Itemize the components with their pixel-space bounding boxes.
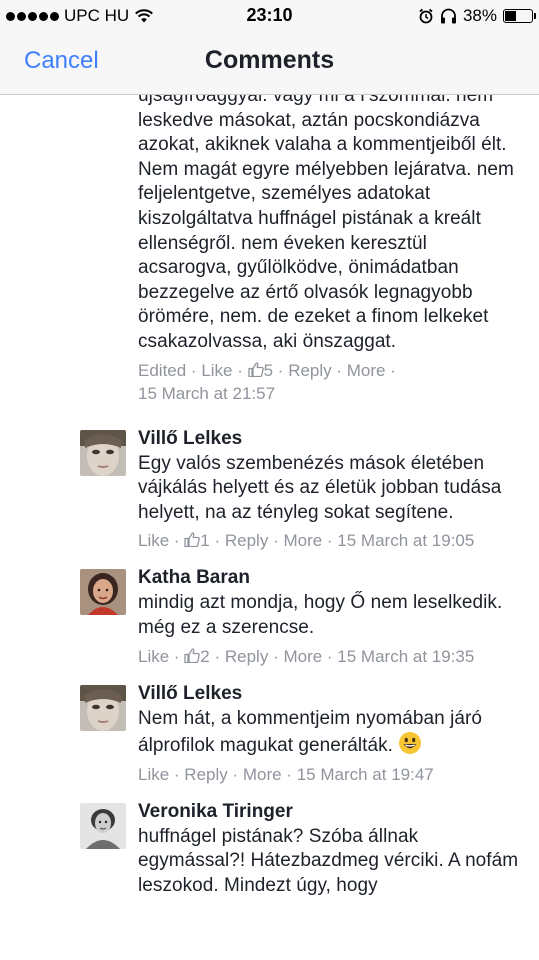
like-count: 5: [263, 360, 274, 380]
comment-meta: Like · 1 · Reply · More · 15 March at 19…: [138, 531, 475, 551]
comment-text: újságíróaggyal. vagy mi a f'szommal. nem…: [138, 95, 514, 352]
battery-icon: [503, 9, 536, 23]
comments-list[interactable]: újságíróaggyal. vagy mi a f'szommal. nem…: [0, 95, 539, 960]
comment-author[interactable]: Villő Lelkes: [138, 426, 519, 452]
thumbs-up-icon: [247, 361, 264, 377]
like-count: 2: [200, 646, 210, 666]
comment-item: Villő Lelkes Nem hát, a kommentjeim nyom…: [0, 681, 539, 786]
reply-button[interactable]: Reply: [288, 361, 331, 380]
comment-author[interactable]: Veronika Tiringer: [138, 799, 519, 825]
comment-item: Villő Lelkes Egy valós szembenézés mások…: [0, 426, 539, 553]
comment-text-content: Nem hát, a kommentjeim nyomában járó álp…: [138, 707, 482, 757]
comment-author[interactable]: Villő Lelkes: [138, 681, 519, 707]
comment-meta: Edited · Like · 5 · Reply · More · 15 Ma…: [138, 360, 396, 403]
status-bar: UPC HU 23:10 38%: [0, 0, 539, 32]
comment-text: huffnágel pistának? Szóba állnak egymáss…: [138, 825, 519, 896]
status-right: 38%: [418, 6, 536, 26]
like-count: 1: [200, 531, 210, 551]
comment-item: újságíróaggyal. vagy mi a f'szommal. nem…: [0, 95, 539, 405]
comment-meta: Like · 2 · Reply · More · 15 March at 19…: [138, 646, 475, 666]
more-button[interactable]: More: [243, 765, 282, 784]
thumbs-up-icon: [184, 647, 201, 663]
battery-fill: [505, 11, 516, 21]
reply-button[interactable]: Reply: [225, 647, 268, 666]
avatar[interactable]: [80, 802, 126, 849]
page-title: Comments: [204, 46, 335, 74]
avatar[interactable]: [80, 429, 126, 476]
edited-label: Edited: [138, 360, 187, 380]
avatar[interactable]: [80, 569, 126, 616]
comment-body: Villő Lelkes Nem hát, a kommentjeim nyom…: [138, 681, 539, 786]
comment-item: Katha Baran mindig azt mondja, hogy Ő ne…: [0, 565, 539, 667]
comment-meta: Like · Reply · More · 15 March at 19:47: [138, 764, 434, 784]
comment-text: Egy valós szembenézés mások életében váj…: [138, 452, 502, 523]
nav-bar: Cancel Comments: [0, 32, 539, 94]
comment-text: Nem hát, a kommentjeim nyomában járó álp…: [138, 707, 519, 759]
top-bars: UPC HU 23:10 38% Cancel Comments: [0, 0, 539, 95]
comment-timestamp: 15 March at 21:57: [138, 383, 276, 403]
comment-timestamp: 15 March at 19:47: [296, 764, 434, 784]
like-button[interactable]: Like: [138, 765, 169, 784]
avatar[interactable]: [80, 684, 126, 731]
comment-item: Veronika Tiringer huffnágel pistának? Sz…: [0, 799, 539, 899]
more-button[interactable]: More: [347, 361, 386, 380]
reply-button[interactable]: Reply: [184, 765, 227, 784]
battery-percent: 38%: [462, 6, 497, 25]
comment-body: újságíróaggyal. vagy mi a f'szommal. nem…: [138, 95, 539, 405]
comment-author[interactable]: Katha Baran: [138, 565, 519, 591]
headphones-icon: [440, 8, 456, 24]
comment-body: Veronika Tiringer huffnágel pistának? Sz…: [138, 799, 539, 899]
comment-timestamp: 15 March at 19:35: [337, 646, 475, 666]
like-button[interactable]: Like: [138, 531, 169, 550]
smiley-emoji-icon: [399, 732, 422, 755]
like-button[interactable]: Like: [138, 647, 169, 666]
comment-body: Villő Lelkes Egy valós szembenézés mások…: [138, 426, 539, 553]
alarm-icon: [419, 8, 433, 24]
thumbs-up-icon: [184, 532, 201, 548]
more-button[interactable]: More: [283, 647, 322, 666]
comment-text: mindig azt mondja, hogy Ő nem leselkedik…: [138, 592, 503, 638]
comment-body: Katha Baran mindig azt mondja, hogy Ő ne…: [138, 565, 539, 667]
reply-button[interactable]: Reply: [225, 531, 268, 550]
comment-timestamp: 15 March at 19:05: [337, 531, 475, 551]
like-button[interactable]: Like: [201, 361, 232, 380]
more-button[interactable]: More: [283, 531, 322, 550]
